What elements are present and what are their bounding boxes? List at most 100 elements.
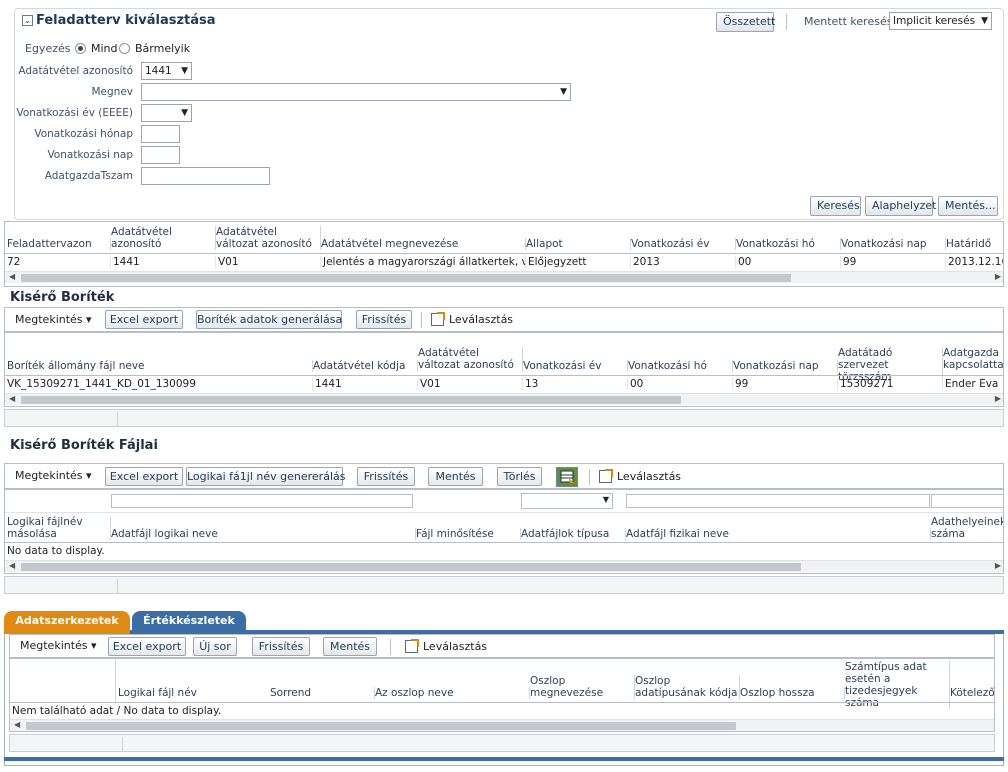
table-cell[interactable]: 00 (736, 256, 841, 268)
field-label-transfer-id: Adatátvétel azonosító (18, 65, 133, 77)
detach-icon[interactable] (599, 469, 613, 483)
filter-input[interactable] (626, 494, 930, 508)
transfer-id-value: 1441 (145, 65, 172, 77)
query-by-example-icon[interactable] (556, 467, 578, 487)
view-menu-label: Megtekintés (20, 639, 88, 652)
table-cell[interactable]: 2013.12.16 (946, 256, 1003, 268)
col-header: Fájl minősítése (416, 528, 521, 540)
match-all-radio[interactable] (75, 43, 86, 54)
scroll-thumb[interactable] (26, 722, 736, 730)
col-header: Adatátvétel kódja (313, 360, 418, 372)
table-cell[interactable]: Előjegyzett (526, 256, 631, 268)
field-label-owner: AdatgazdaTszam (44, 170, 133, 182)
col-header: Boríték állomány fájl neve (7, 360, 313, 372)
table-cell[interactable]: 13 (523, 378, 628, 390)
scroll-right-icon[interactable]: ▶ (995, 561, 1001, 570)
table-cell[interactable]: Ender Éva (943, 378, 1003, 390)
col-header: Állapot (526, 238, 631, 250)
refresh-button[interactable]: Frissítés (252, 637, 310, 656)
scroll-right-icon[interactable]: ▶ (995, 272, 1001, 281)
search-button[interactable]: Keresés (810, 196, 861, 216)
separator (786, 14, 787, 30)
table-cell[interactable]: V01 (216, 256, 321, 268)
col-header: Adatátvétel változat azonosító (418, 347, 523, 371)
dropdown-arrow-icon: ▼ (602, 495, 609, 504)
dropdown-arrow-icon: ▼ (560, 87, 567, 97)
saved-search-select[interactable]: Implicit keresés ▼ (889, 12, 992, 30)
save-button[interactable]: Mentés (428, 467, 483, 486)
refresh-button[interactable]: Frissítés (357, 467, 415, 486)
field-label-day: Vonatkozási nap (47, 149, 133, 161)
scroll-left-icon[interactable]: ◀ (9, 272, 15, 281)
detach-icon[interactable] (405, 639, 419, 653)
table-cell[interactable]: 2013 (631, 256, 736, 268)
table-cell[interactable]: 15309271 (838, 378, 943, 390)
collapse-icon[interactable]: ⌄ (22, 15, 33, 26)
separator (390, 639, 391, 655)
owner-input[interactable] (141, 167, 270, 185)
save-search-button[interactable]: Mentés... (938, 196, 998, 216)
scroll-left-icon[interactable]: ◀ (9, 561, 15, 570)
reset-button[interactable]: Alaphelyzet (865, 196, 936, 216)
horizontal-scrollbar[interactable]: ◀ ▶ (5, 271, 1003, 283)
detach-icon[interactable] (431, 312, 445, 326)
tab-value-sets[interactable]: Értékkészletek (132, 611, 246, 631)
name-select[interactable]: ▼ (141, 83, 571, 101)
horizontal-scrollbar[interactable]: ◀ (10, 719, 994, 731)
table-cell[interactable]: VK_15309271_1441_KD_01_130099 (5, 378, 313, 390)
col-header: Vonatkozási év (631, 238, 736, 250)
dropdown-arrow-icon: ▼ (181, 66, 188, 76)
table-cell[interactable]: 1441 (111, 256, 216, 268)
excel-export-button[interactable]: Excel export (105, 310, 183, 329)
excel-export-button[interactable]: Excel export (105, 467, 183, 486)
view-menu[interactable]: Megtekintés ▾ (15, 313, 92, 326)
separator (421, 312, 422, 328)
table-cell[interactable]: Jelentés a magyarországi állatkertek, v.… (321, 256, 526, 268)
filter-input[interactable] (931, 494, 1003, 508)
tab-data-structures[interactable]: Adatszerkezetek (4, 611, 130, 631)
scroll-right-icon[interactable]: ▶ (995, 394, 1001, 403)
filter-input[interactable] (111, 494, 413, 508)
delete-button[interactable]: Törlés (497, 467, 542, 486)
refresh-button[interactable]: Frissítés (356, 310, 412, 329)
detach-link[interactable]: Leválasztás (423, 640, 487, 653)
horizontal-scrollbar[interactable]: ◀ ▶ (5, 393, 1003, 405)
match-any-radio[interactable] (119, 43, 130, 54)
chevron-down-icon: ▾ (86, 469, 92, 482)
col-header: Adatgazda kapcsolattartó (943, 347, 1004, 371)
excel-export-button[interactable]: Excel export (108, 637, 186, 656)
filter-select[interactable]: ▼ (521, 493, 613, 509)
detach-link[interactable]: Leválasztás (617, 470, 681, 483)
scroll-thumb[interactable] (21, 274, 791, 282)
search-panel-title: Feladatterv kiválasztása (36, 13, 216, 28)
scroll-thumb[interactable] (21, 396, 681, 404)
table-cell[interactable]: 99 (841, 256, 946, 268)
table-cell[interactable]: 72 (5, 256, 111, 268)
table-cell[interactable]: 99 (733, 378, 838, 390)
year-select[interactable]: ▼ (141, 104, 192, 122)
save-button[interactable]: Mentés (323, 637, 377, 656)
view-menu[interactable]: Megtekintés ▾ (15, 469, 92, 482)
view-menu-label: Megtekintés (15, 313, 83, 326)
saved-search-value: Implicit keresés (893, 15, 976, 27)
table-cell[interactable]: V01 (418, 378, 523, 390)
advanced-search-button[interactable]: Összetett (716, 12, 775, 32)
dropdown-arrow-icon: ▼ (981, 16, 988, 26)
horizontal-scrollbar[interactable]: ◀ ▶ (5, 560, 1003, 572)
generate-logical-name-button[interactable]: Logikai fá1jl név genererálás (186, 467, 345, 486)
col-header: Vonatkozási nap (733, 360, 838, 372)
table-cell[interactable]: 00 (628, 378, 733, 390)
scroll-left-icon[interactable]: ◀ (14, 720, 20, 729)
detach-link[interactable]: Leválasztás (449, 313, 513, 326)
day-input[interactable] (141, 146, 180, 164)
scroll-thumb[interactable] (21, 563, 801, 571)
status-divider (117, 412, 118, 426)
scroll-left-icon[interactable]: ◀ (9, 394, 15, 403)
dropdown-arrow-icon: ▼ (181, 108, 188, 118)
table-cell[interactable]: 1441 (313, 378, 418, 390)
month-input[interactable] (141, 125, 180, 143)
transfer-id-select[interactable]: 1441 ▼ (141, 62, 192, 80)
generate-envelope-button[interactable]: Boríték adatok generálása (196, 310, 342, 329)
new-row-button[interactable]: Új sor (193, 637, 237, 656)
view-menu[interactable]: Megtekintés ▾ (20, 639, 97, 652)
